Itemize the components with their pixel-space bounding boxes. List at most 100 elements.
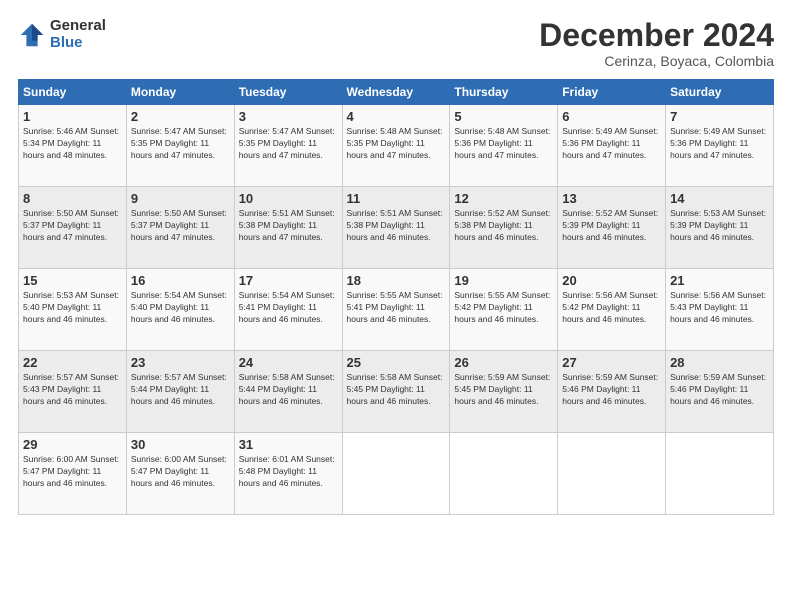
table-cell: 13Sunrise: 5:52 AM Sunset: 5:39 PM Dayli… <box>558 187 666 269</box>
day-info: Sunrise: 5:54 AM Sunset: 5:40 PM Dayligh… <box>131 290 230 326</box>
day-number: 21 <box>670 273 769 288</box>
table-cell: 6Sunrise: 5:49 AM Sunset: 5:36 PM Daylig… <box>558 105 666 187</box>
table-cell: 19Sunrise: 5:55 AM Sunset: 5:42 PM Dayli… <box>450 269 558 351</box>
logo-icon <box>18 21 46 49</box>
day-info: Sunrise: 6:00 AM Sunset: 5:47 PM Dayligh… <box>131 454 230 490</box>
calendar-table: Sunday Monday Tuesday Wednesday Thursday… <box>18 79 774 515</box>
table-cell: 11Sunrise: 5:51 AM Sunset: 5:38 PM Dayli… <box>342 187 450 269</box>
day-info: Sunrise: 5:58 AM Sunset: 5:44 PM Dayligh… <box>239 372 338 408</box>
day-info: Sunrise: 5:59 AM Sunset: 5:46 PM Dayligh… <box>670 372 769 408</box>
day-info: Sunrise: 5:54 AM Sunset: 5:41 PM Dayligh… <box>239 290 338 326</box>
table-cell: 2 Sunrise: 5:47 AM Sunset: 5:35 PM Daylig… <box>126 105 234 187</box>
table-cell: 25 Sunrise: 5:58 AM Sunset: 5:45 PM Dayli… <box>342 351 450 433</box>
table-cell: 5 Sunrise: 5:48 AM Sunset: 5:36 PM Daylig… <box>450 105 558 187</box>
day-info: Sunrise: 5:50 AM Sunset: 5:37 PM Dayligh… <box>131 208 230 244</box>
table-cell <box>450 433 558 515</box>
day-number: 5 <box>454 109 553 124</box>
day-info: Sunrise: 5:57 AM Sunset: 5:44 PM Dayligh… <box>131 372 230 408</box>
day-number: 29 <box>23 437 122 452</box>
day-number: 16 <box>131 273 230 288</box>
col-tuesday: Tuesday <box>234 80 342 105</box>
table-cell: 27 Sunrise: 5:59 AM Sunset: 5:46 PM Dayli… <box>558 351 666 433</box>
col-wednesday: Wednesday <box>342 80 450 105</box>
table-cell <box>558 433 666 515</box>
table-cell: 15 Sunrise: 5:53 AM Sunset: 5:40 PM Dayli… <box>19 269 127 351</box>
page: General Blue December 2024 Cerinza, Boya… <box>0 0 792 612</box>
day-info: Sunrise: 5:59 AM Sunset: 5:46 PM Dayligh… <box>562 372 661 408</box>
table-cell: 21 Sunrise: 5:56 AM Sunset: 5:43 PM Dayli… <box>666 269 774 351</box>
table-cell <box>342 433 450 515</box>
table-cell: 24 Sunrise: 5:58 AM Sunset: 5:44 PM Dayli… <box>234 351 342 433</box>
table-cell: 17Sunrise: 5:54 AM Sunset: 5:41 PM Dayli… <box>234 269 342 351</box>
logo-general: General <box>50 17 106 34</box>
day-number: 27 <box>562 355 661 370</box>
table-row: 29 Sunrise: 6:00 AM Sunset: 5:47 PM Dayli… <box>19 433 774 515</box>
col-friday: Friday <box>558 80 666 105</box>
header-row: Sunday Monday Tuesday Wednesday Thursday… <box>19 80 774 105</box>
table-cell: 3 Sunrise: 5:47 AM Sunset: 5:35 PM Daylig… <box>234 105 342 187</box>
logo-text: General Blue <box>50 18 106 51</box>
table-cell: 1 Sunrise: 5:46 AM Sunset: 5:34 PM Daylig… <box>19 105 127 187</box>
day-number: 25 <box>347 355 446 370</box>
table-cell: 9 Sunrise: 5:50 AM Sunset: 5:37 PM Daylig… <box>126 187 234 269</box>
table-cell: 10Sunrise: 5:51 AM Sunset: 5:38 PM Dayli… <box>234 187 342 269</box>
table-cell: 16 Sunrise: 5:54 AM Sunset: 5:40 PM Dayli… <box>126 269 234 351</box>
table-cell: 14Sunrise: 5:53 AM Sunset: 5:39 PM Dayli… <box>666 187 774 269</box>
day-number: 4 <box>347 109 446 124</box>
day-number: 22 <box>23 355 122 370</box>
day-number: 31 <box>239 437 338 452</box>
day-info: Sunrise: 5:49 AM Sunset: 5:36 PM Dayligh… <box>670 126 769 162</box>
day-number: 9 <box>131 191 230 206</box>
title-block: December 2024 Cerinza, Boyaca, Colombia <box>539 18 774 69</box>
table-cell: 7 Sunrise: 5:49 AM Sunset: 5:36 PM Daylig… <box>666 105 774 187</box>
day-number: 14 <box>670 191 769 206</box>
day-number: 20 <box>562 273 661 288</box>
day-info: Sunrise: 5:48 AM Sunset: 5:35 PM Dayligh… <box>347 126 446 162</box>
table-cell: 29 Sunrise: 6:00 AM Sunset: 5:47 PM Dayli… <box>19 433 127 515</box>
day-number: 6 <box>562 109 661 124</box>
day-info: Sunrise: 5:56 AM Sunset: 5:42 PM Dayligh… <box>562 290 661 326</box>
day-info: Sunrise: 6:01 AM Sunset: 5:48 PM Dayligh… <box>239 454 338 490</box>
table-row: 15 Sunrise: 5:53 AM Sunset: 5:40 PM Dayli… <box>19 269 774 351</box>
table-cell: 30Sunrise: 6:00 AM Sunset: 5:47 PM Dayli… <box>126 433 234 515</box>
day-number: 28 <box>670 355 769 370</box>
table-cell: 26Sunrise: 5:59 AM Sunset: 5:45 PM Dayli… <box>450 351 558 433</box>
day-info: Sunrise: 5:52 AM Sunset: 5:39 PM Dayligh… <box>562 208 661 244</box>
day-number: 1 <box>23 109 122 124</box>
table-cell: 28 Sunrise: 5:59 AM Sunset: 5:46 PM Dayli… <box>666 351 774 433</box>
table-row: 22Sunrise: 5:57 AM Sunset: 5:43 PM Dayli… <box>19 351 774 433</box>
day-info: Sunrise: 5:47 AM Sunset: 5:35 PM Dayligh… <box>239 126 338 162</box>
day-info: Sunrise: 6:00 AM Sunset: 5:47 PM Dayligh… <box>23 454 122 490</box>
table-cell: 20 Sunrise: 5:56 AM Sunset: 5:42 PM Dayli… <box>558 269 666 351</box>
day-info: Sunrise: 5:55 AM Sunset: 5:41 PM Dayligh… <box>347 290 446 326</box>
day-info: Sunrise: 5:47 AM Sunset: 5:35 PM Dayligh… <box>131 126 230 162</box>
day-number: 26 <box>454 355 553 370</box>
day-info: Sunrise: 5:51 AM Sunset: 5:38 PM Dayligh… <box>347 208 446 244</box>
day-info: Sunrise: 5:53 AM Sunset: 5:40 PM Dayligh… <box>23 290 122 326</box>
day-number: 15 <box>23 273 122 288</box>
day-info: Sunrise: 5:56 AM Sunset: 5:43 PM Dayligh… <box>670 290 769 326</box>
day-number: 8 <box>23 191 122 206</box>
day-info: Sunrise: 5:46 AM Sunset: 5:34 PM Dayligh… <box>23 126 122 162</box>
day-info: Sunrise: 5:55 AM Sunset: 5:42 PM Dayligh… <box>454 290 553 326</box>
col-thursday: Thursday <box>450 80 558 105</box>
day-info: Sunrise: 5:50 AM Sunset: 5:37 PM Dayligh… <box>23 208 122 244</box>
day-number: 7 <box>670 109 769 124</box>
table-cell <box>666 433 774 515</box>
header: General Blue December 2024 Cerinza, Boya… <box>18 18 774 69</box>
day-number: 3 <box>239 109 338 124</box>
table-cell: 31 Sunrise: 6:01 AM Sunset: 5:48 PM Dayli… <box>234 433 342 515</box>
day-info: Sunrise: 5:58 AM Sunset: 5:45 PM Dayligh… <box>347 372 446 408</box>
day-number: 12 <box>454 191 553 206</box>
day-number: 2 <box>131 109 230 124</box>
table-cell: 8 Sunrise: 5:50 AM Sunset: 5:37 PM Daylig… <box>19 187 127 269</box>
table-cell: 18Sunrise: 5:55 AM Sunset: 5:41 PM Dayli… <box>342 269 450 351</box>
day-number: 24 <box>239 355 338 370</box>
location: Cerinza, Boyaca, Colombia <box>539 53 774 69</box>
day-number: 10 <box>239 191 338 206</box>
table-row: 1 Sunrise: 5:46 AM Sunset: 5:34 PM Daylig… <box>19 105 774 187</box>
day-info: Sunrise: 5:52 AM Sunset: 5:38 PM Dayligh… <box>454 208 553 244</box>
table-cell: 22Sunrise: 5:57 AM Sunset: 5:43 PM Dayli… <box>19 351 127 433</box>
table-row: 8 Sunrise: 5:50 AM Sunset: 5:37 PM Daylig… <box>19 187 774 269</box>
day-info: Sunrise: 5:48 AM Sunset: 5:36 PM Dayligh… <box>454 126 553 162</box>
